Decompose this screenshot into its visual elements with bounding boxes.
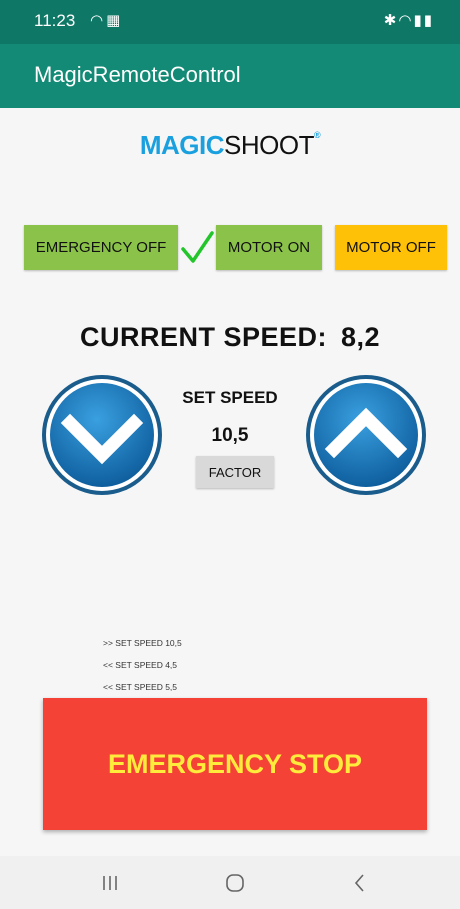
recent-apps-icon[interactable] [95, 868, 125, 898]
logo-registered-mark: ® [313, 130, 321, 140]
wifi-icon: ◠ [90, 12, 107, 29]
wifi-icon: ◠ [398, 12, 414, 29]
logo-shoot: SHOOT [224, 130, 314, 160]
current-speed-value: 8,2 [340, 322, 381, 352]
app-bar: MagicRemoteControl [0, 44, 460, 108]
command-log: >> SET SPEED 10,5 << SET SPEED 4,5 << SE… [103, 632, 182, 698]
chevron-down-icon [42, 375, 162, 495]
motor-off-button[interactable]: MOTOR OFF [335, 225, 447, 270]
status-right-icons: ✱◠▮▮ [384, 11, 434, 29]
magicshoot-logo: MAGICSHOOT® [0, 130, 460, 161]
tcl-icon: ▦ [106, 12, 124, 29]
back-icon[interactable] [345, 868, 375, 898]
navigation-bar [0, 856, 460, 909]
app-title: MagicRemoteControl [34, 62, 241, 87]
status-time: 11:23 [34, 11, 76, 30]
speed-up-button[interactable] [304, 373, 428, 497]
log-line: << SET SPEED 5,5 [103, 682, 178, 692]
home-icon[interactable] [220, 868, 250, 898]
current-speed-label: CURRENT SPEED: [79, 322, 327, 352]
logo-magic: MAGIC [139, 130, 225, 160]
signal-icon: ▮ [413, 12, 424, 29]
speed-down-button[interactable] [40, 373, 164, 497]
log-line: << SET SPEED 4,5 [103, 660, 178, 670]
bluetooth-icon: ✱ [383, 12, 399, 29]
factor-button[interactable]: FACTOR [196, 456, 274, 488]
set-speed-value: 10,5 [211, 425, 249, 446]
chevron-up-icon [306, 375, 426, 495]
set-speed-label: SET SPEED [182, 388, 278, 407]
status-left-icons: ◠▦ [90, 11, 123, 29]
current-speed-display: CURRENT SPEED: 8,2 [0, 322, 460, 353]
emergency-stop-button[interactable]: EMERGENCY STOP [43, 698, 427, 830]
battery-icon: ▮ [423, 12, 434, 29]
status-bar: 11:23 ◠▦ ✱◠▮▮ [0, 0, 460, 44]
check-icon [181, 231, 214, 263]
emergency-off-button[interactable]: EMERGENCY OFF [24, 225, 178, 270]
motor-on-button[interactable]: MOTOR ON [216, 225, 322, 270]
log-line: >> SET SPEED 10,5 [103, 638, 182, 648]
